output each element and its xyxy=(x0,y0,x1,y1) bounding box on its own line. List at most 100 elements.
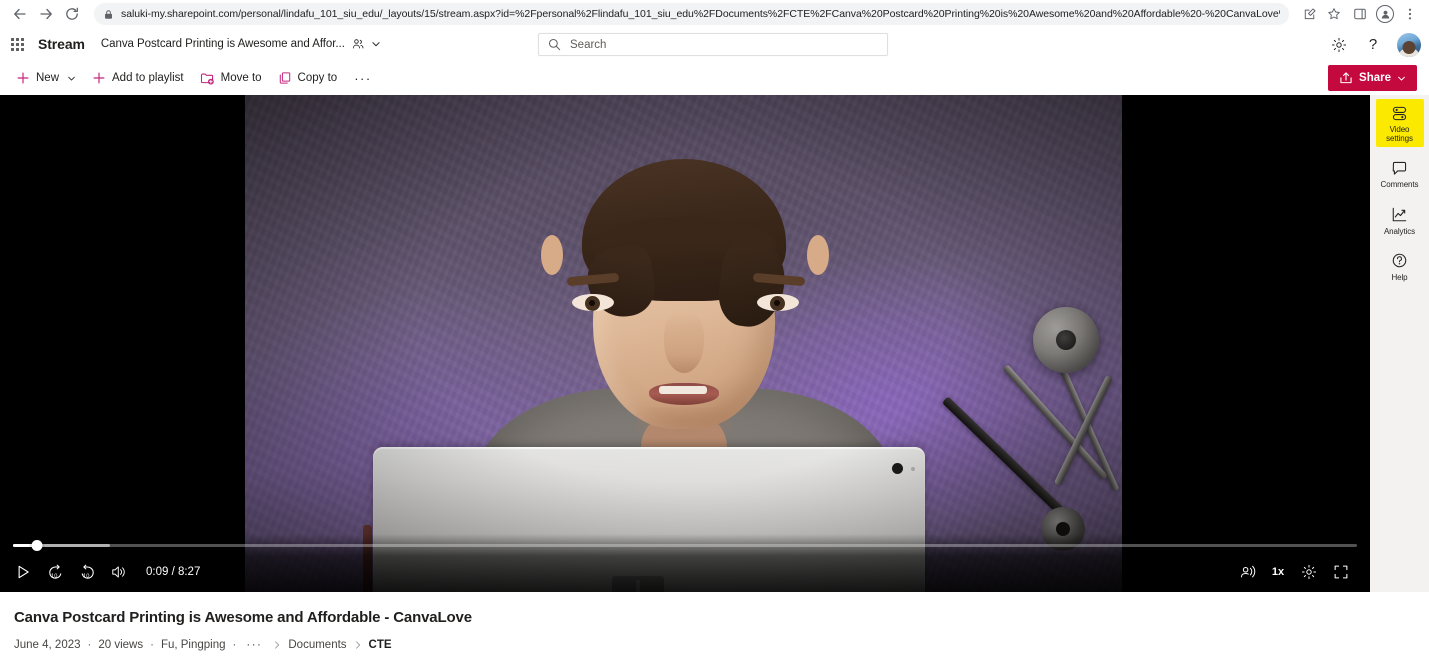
copy-icon xyxy=(278,71,292,85)
meta-separator: · xyxy=(150,638,154,651)
captions-button[interactable] xyxy=(1234,559,1260,585)
new-button-label: New xyxy=(36,72,60,84)
copy-to-label: Copy to xyxy=(297,72,338,84)
video-frame: SHURE xyxy=(245,95,1122,592)
share-icon xyxy=(1339,71,1353,85)
plus-icon xyxy=(92,71,106,85)
svg-text:10: 10 xyxy=(83,573,89,579)
page-title: Canva Postcard Printing is Awesome and A… xyxy=(14,609,472,626)
lock-icon xyxy=(103,9,114,20)
player-controls: 10 10 0:09 / 8:27 1x xyxy=(0,534,1370,592)
arrow-left-icon xyxy=(14,8,26,20)
view-count: 20 views xyxy=(98,638,144,651)
progress-knob[interactable] xyxy=(31,540,43,551)
rail-item-label: Analytics xyxy=(1383,226,1416,236)
rail-item-label: Video settings xyxy=(1386,125,1413,144)
play-button[interactable] xyxy=(10,559,36,585)
add-to-playlist-label: Add to playlist xyxy=(112,72,184,84)
volume-button[interactable] xyxy=(106,559,132,585)
video-info: Canva Postcard Printing is Awesome and A… xyxy=(0,594,1429,669)
analytics-icon xyxy=(1391,206,1408,224)
document-title[interactable]: Canva Postcard Printing is Awesome and A… xyxy=(101,38,345,50)
playback-speed-button[interactable]: 1x xyxy=(1266,559,1290,585)
share-page-icon[interactable] xyxy=(1299,3,1321,25)
video-player[interactable]: SHURE xyxy=(0,95,1370,592)
omnibox-actions xyxy=(1295,3,1345,25)
play-icon xyxy=(18,565,29,579)
player-settings-button[interactable] xyxy=(1296,559,1322,585)
progress-scrubber[interactable] xyxy=(13,540,1357,551)
gear-icon xyxy=(1301,564,1317,580)
move-to-label: Move to xyxy=(220,72,262,84)
help-icon[interactable]: ? xyxy=(1363,35,1383,55)
search-input[interactable] xyxy=(570,38,878,51)
rail-item-analytics[interactable]: Analytics xyxy=(1376,201,1424,240)
move-to-button[interactable]: Move to xyxy=(192,64,270,92)
progress-track xyxy=(13,544,1357,547)
search-icon xyxy=(548,38,561,51)
fullscreen-button[interactable] xyxy=(1328,559,1354,585)
chevron-right-icon xyxy=(347,640,369,650)
browser-toolbar: saluki-my.sharepoint.com/personal/lindaf… xyxy=(0,0,1429,28)
copy-to-button[interactable]: Copy to xyxy=(270,64,346,92)
app-brand-name[interactable]: Stream xyxy=(38,36,85,52)
reload-button[interactable] xyxy=(60,2,84,26)
user-avatar[interactable] xyxy=(1397,32,1421,57)
browser-right-actions xyxy=(1349,3,1421,25)
header-actions: ? xyxy=(1329,28,1421,61)
right-rail: Video settings Comments Analytics Help xyxy=(1370,95,1429,592)
forward-10-icon: 10 xyxy=(81,564,94,579)
forward-button[interactable] xyxy=(34,2,58,26)
arrow-right-icon xyxy=(40,8,52,20)
waffle-icon xyxy=(10,37,24,51)
breadcrumb-documents[interactable]: Documents xyxy=(288,639,346,651)
back-button[interactable] xyxy=(8,2,32,26)
meta-separator: · xyxy=(232,638,237,651)
volume-icon xyxy=(112,566,125,578)
chevron-right-icon xyxy=(266,640,288,650)
side-panel-icon[interactable] xyxy=(1349,3,1371,25)
toolbar-overflow-button[interactable]: ··· xyxy=(345,64,381,92)
comment-icon xyxy=(1391,159,1408,177)
time-display: 0:09 / 8:27 xyxy=(146,566,201,578)
publish-date: June 4, 2023 xyxy=(14,638,81,651)
new-button[interactable]: New xyxy=(8,64,84,92)
app-launcher-button[interactable] xyxy=(2,29,32,59)
address-bar-url: saluki-my.sharepoint.com/personal/lindaf… xyxy=(121,8,1280,20)
command-bar: New Add to playlist Move to Copy to ··· … xyxy=(0,61,1429,95)
breadcrumb-cte[interactable]: CTE xyxy=(369,639,392,651)
chevron-down-icon xyxy=(67,74,76,83)
rewind-10-icon: 10 xyxy=(48,564,61,579)
add-to-playlist-button[interactable]: Add to playlist xyxy=(84,64,192,92)
bookmark-star-icon[interactable] xyxy=(1323,3,1345,25)
people-icon[interactable] xyxy=(352,38,364,50)
control-row: 10 10 0:09 / 8:27 1x xyxy=(0,558,1370,586)
settings-gear-icon[interactable] xyxy=(1329,35,1349,55)
fullscreen-icon xyxy=(1334,565,1348,579)
document-title-group: Canva Postcard Printing is Awesome and A… xyxy=(101,38,381,50)
chevron-down-icon[interactable] xyxy=(371,39,381,49)
rail-item-video-settings[interactable]: Video settings xyxy=(1375,99,1424,148)
rail-item-help[interactable]: Help xyxy=(1376,247,1424,286)
share-button-label: Share xyxy=(1359,72,1391,84)
rail-item-label: Help xyxy=(1391,272,1408,282)
breadcrumb-overflow-button[interactable]: ··· xyxy=(243,639,266,651)
owner-name: Fu, Pingping xyxy=(160,638,226,651)
profile-icon[interactable] xyxy=(1374,3,1396,25)
rail-item-comments[interactable]: Comments xyxy=(1376,154,1424,193)
audio-captions-icon xyxy=(1240,565,1255,577)
video-vignette xyxy=(245,95,1122,592)
search-container xyxy=(538,33,888,56)
forward-10-button[interactable]: 10 xyxy=(74,559,100,585)
search-box[interactable] xyxy=(538,33,888,56)
address-bar[interactable]: saluki-my.sharepoint.com/personal/lindaf… xyxy=(94,3,1289,25)
chevron-down-icon xyxy=(1397,74,1406,83)
rail-item-label: Comments xyxy=(1380,180,1419,190)
app-header: Stream Canva Postcard Printing is Awesom… xyxy=(0,28,1429,61)
rewind-10-button[interactable]: 10 xyxy=(42,559,68,585)
video-metadata: June 4, 2023 · 20 views · Fu, Pingping ·… xyxy=(14,639,1415,651)
player-stage: SHURE xyxy=(0,95,1429,592)
kebab-menu-icon[interactable] xyxy=(1399,3,1421,25)
share-button[interactable]: Share xyxy=(1328,65,1417,91)
reload-icon xyxy=(66,7,78,20)
